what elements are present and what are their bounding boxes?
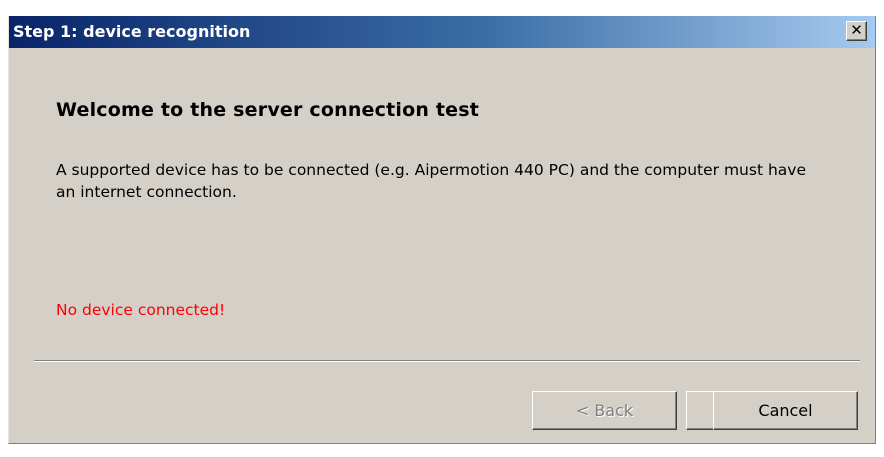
close-icon: ✕ — [850, 21, 863, 39]
dialog-window: Step 1: device recognition ✕ Welcome to … — [8, 16, 876, 444]
separator-line — [34, 360, 860, 362]
cancel-button[interactable]: Cancel — [713, 391, 858, 430]
close-button[interactable]: ✕ — [846, 21, 867, 41]
back-button[interactable]: < Back — [532, 391, 677, 430]
status-message: No device connected! — [56, 301, 226, 319]
page-heading: Welcome to the server connection test — [56, 99, 480, 121]
description-text: A supported device has to be connected (… — [56, 161, 806, 201]
title-bar[interactable]: Step 1: device recognition ✕ — [9, 16, 875, 48]
window-title: Step 1: device recognition — [13, 22, 251, 41]
